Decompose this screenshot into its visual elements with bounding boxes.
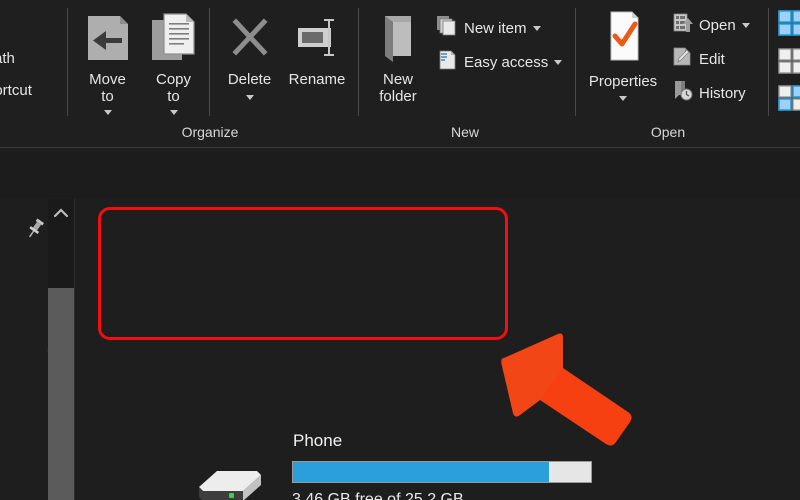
invert-selection-button[interactable] bbox=[778, 85, 800, 116]
easy-access-icon bbox=[436, 49, 458, 76]
new-folder-icon bbox=[371, 53, 425, 70]
delete-x-icon bbox=[224, 53, 276, 70]
new-item-icon bbox=[436, 15, 458, 42]
open-label: Open bbox=[699, 17, 736, 34]
open-button[interactable]: Open bbox=[672, 12, 750, 38]
rename-label: Rename bbox=[285, 71, 349, 88]
ribbon-separator bbox=[209, 8, 210, 116]
pin-icon[interactable] bbox=[24, 218, 46, 240]
chevron-down-icon[interactable] bbox=[246, 95, 254, 100]
history-button[interactable]: History bbox=[672, 80, 746, 106]
select-all-icon bbox=[778, 10, 800, 41]
delete-label: Delete bbox=[222, 71, 277, 88]
properties-button[interactable]: Properties bbox=[583, 8, 663, 90]
chevron-down-icon[interactable] bbox=[104, 110, 112, 115]
properties-check-icon bbox=[596, 55, 650, 72]
move-to-label: Move to bbox=[80, 71, 135, 105]
copy-path-label-clipped[interactable]: ath bbox=[0, 50, 15, 67]
capacity-bar-fill bbox=[293, 462, 549, 482]
navigation-pane bbox=[0, 199, 47, 500]
select-all-button[interactable] bbox=[778, 10, 800, 41]
ribbon-separator bbox=[358, 8, 359, 116]
file-explorer-window: ath hortcut Move to bbox=[0, 0, 800, 500]
history-label: History bbox=[699, 85, 746, 102]
easy-access-label: Easy access bbox=[464, 54, 548, 71]
move-to-button[interactable]: Move to bbox=[80, 10, 135, 105]
scrollbar-thumb[interactable] bbox=[48, 288, 74, 500]
ribbon-separator bbox=[575, 8, 576, 116]
vertical-scrollbar[interactable] bbox=[48, 199, 74, 500]
select-none-icon bbox=[778, 48, 800, 79]
chevron-down-icon[interactable] bbox=[533, 26, 541, 31]
hard-drive-icon bbox=[195, 461, 265, 500]
ribbon-separator bbox=[67, 8, 68, 116]
file-list-area: Phone 3.46 GB free of 25.2 GB bbox=[75, 199, 800, 500]
new-item-button[interactable]: New item bbox=[436, 15, 541, 42]
edit-button[interactable]: Edit bbox=[672, 46, 725, 72]
new-item-label: New item bbox=[464, 20, 527, 37]
paste-shortcut-label-clipped[interactable]: hortcut bbox=[0, 82, 32, 99]
drive-item-phone[interactable]: Phone 3.46 GB free of 25.2 GB bbox=[195, 431, 575, 500]
delete-button[interactable]: Delete bbox=[222, 10, 277, 88]
properties-label: Properties bbox=[583, 73, 663, 90]
history-icon bbox=[672, 80, 693, 106]
invert-selection-icon bbox=[778, 85, 800, 116]
move-to-icon bbox=[82, 53, 134, 70]
chevron-up-icon[interactable] bbox=[48, 199, 74, 225]
chevron-down-icon[interactable] bbox=[619, 96, 627, 101]
copy-to-icon bbox=[148, 53, 200, 70]
new-folder-button[interactable]: New folder bbox=[368, 10, 428, 105]
edit-pencil-icon bbox=[672, 46, 693, 72]
easy-access-button[interactable]: Easy access bbox=[436, 49, 562, 76]
open-icon bbox=[672, 12, 693, 38]
rename-button[interactable]: Rename bbox=[285, 10, 349, 88]
rename-icon bbox=[289, 53, 345, 70]
chevron-down-icon[interactable] bbox=[170, 110, 178, 115]
address-bar[interactable]: JILLIE bbox=[0, 152, 800, 198]
ribbon-divider bbox=[0, 147, 800, 148]
drive-capacity-label: 3.46 GB free of 25.2 GB bbox=[292, 491, 464, 500]
group-label-new: New bbox=[405, 124, 525, 140]
ribbon-separator bbox=[768, 8, 769, 116]
group-label-organize: Organize bbox=[150, 124, 270, 140]
edit-label: Edit bbox=[699, 51, 725, 68]
copy-to-button[interactable]: Copy to bbox=[146, 10, 201, 105]
select-none-button[interactable] bbox=[778, 48, 800, 79]
group-label-open: Open bbox=[608, 124, 728, 140]
chevron-down-icon[interactable] bbox=[742, 23, 750, 28]
copy-to-label: Copy to bbox=[146, 71, 201, 105]
drive-name-label: Phone bbox=[293, 431, 342, 451]
chevron-down-icon[interactable] bbox=[554, 60, 562, 65]
new-folder-label: New folder bbox=[368, 71, 428, 105]
capacity-bar bbox=[292, 461, 592, 483]
ribbon-toolbar: ath hortcut Move to bbox=[0, 0, 800, 148]
